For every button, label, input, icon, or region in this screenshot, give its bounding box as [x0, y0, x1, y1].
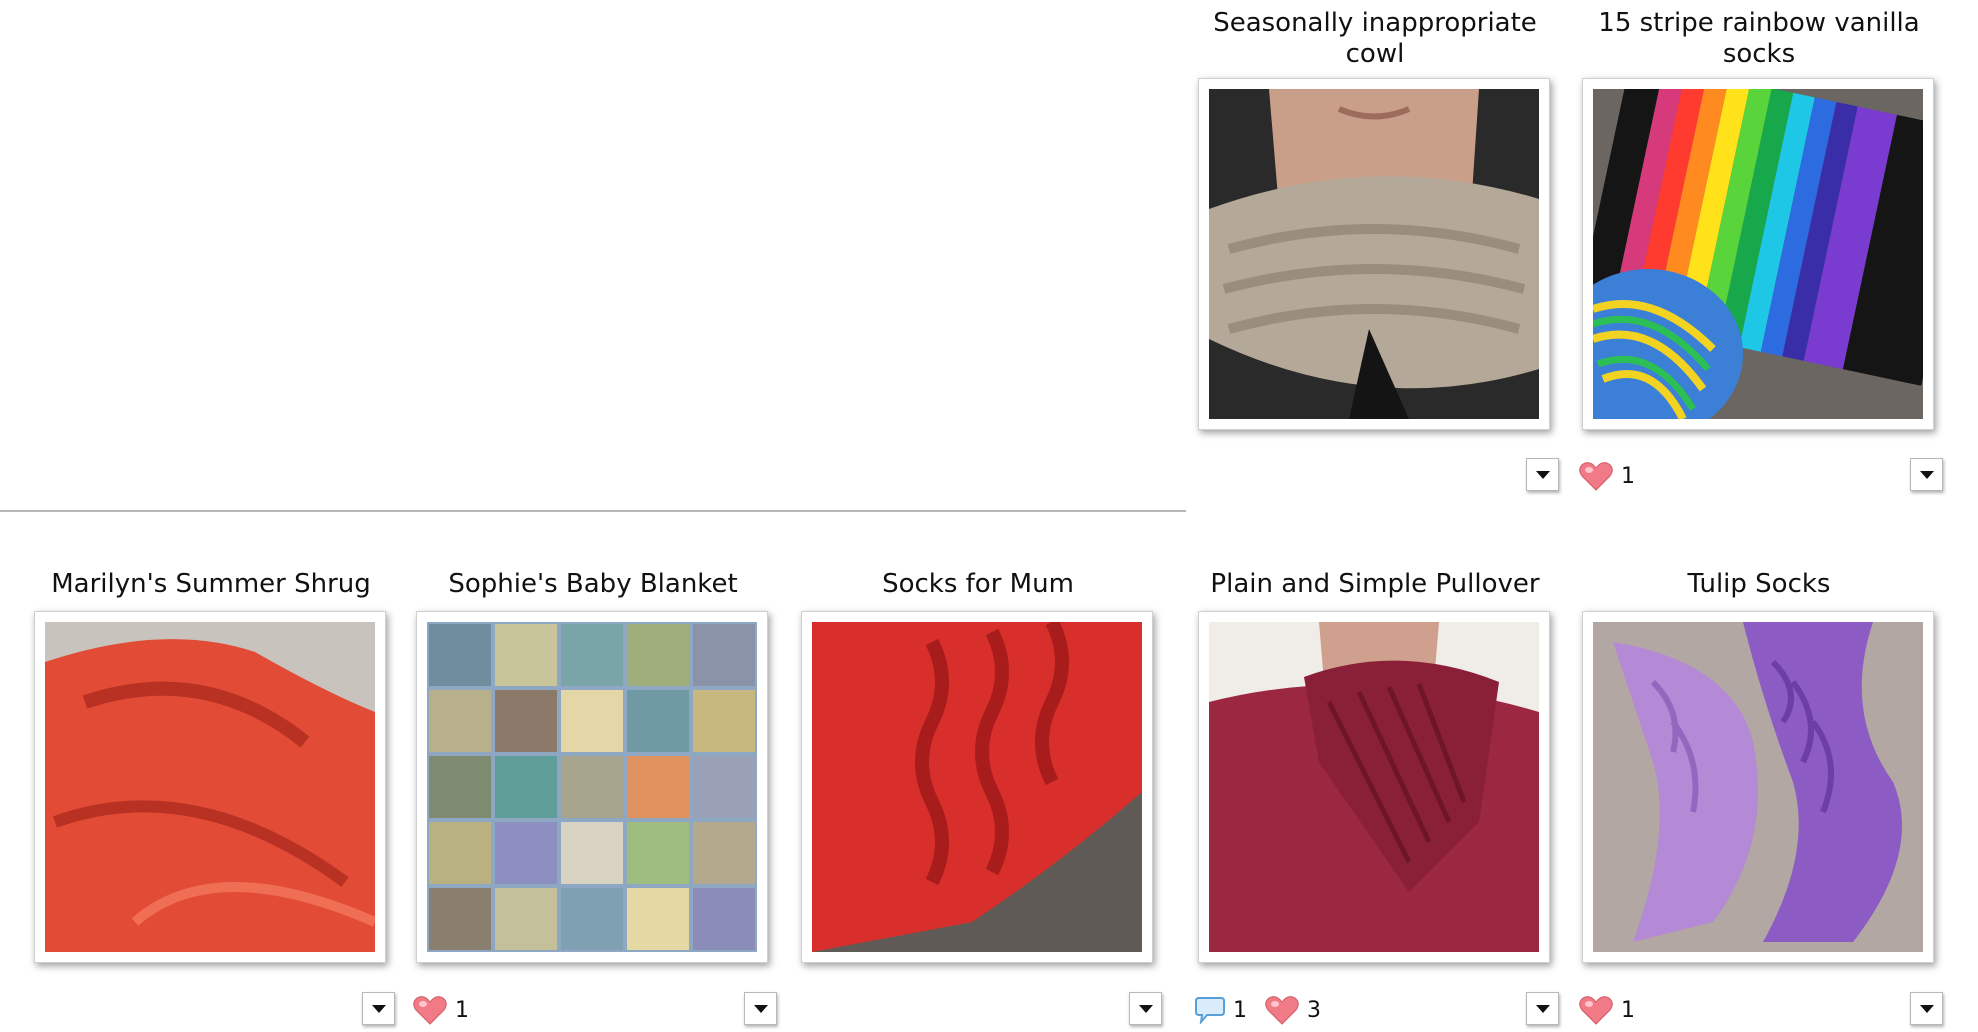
project-meta: 1: [1571, 458, 1947, 494]
hearts-stat[interactable]: 1: [413, 992, 469, 1028]
dropdown-arrow-icon: [1535, 470, 1550, 479]
dropdown-arrow-icon: [1535, 1004, 1550, 1013]
project-title[interactable]: 15 stripe rainbow vanilla socks: [1571, 8, 1947, 70]
project-meta: 1: [1571, 992, 1947, 1028]
project-menu-button[interactable]: [1526, 992, 1559, 1025]
dropdown-arrow-icon: [1919, 470, 1934, 479]
comments-stat[interactable]: 1: [1195, 992, 1247, 1028]
project-title[interactable]: Tulip Socks: [1571, 569, 1947, 600]
project-menu-button[interactable]: [362, 992, 395, 1025]
hearts-stat[interactable]: 1: [1579, 992, 1635, 1028]
dropdown-arrow-icon: [753, 1004, 768, 1013]
project-thumbnail[interactable]: [1198, 78, 1550, 430]
project-photo: [1209, 622, 1539, 952]
project-meta: [23, 992, 399, 1028]
project-thumbnail[interactable]: [1198, 611, 1550, 963]
project-menu-button[interactable]: [1910, 992, 1943, 1025]
project-title[interactable]: Marilyn's Summer Shrug: [23, 569, 399, 600]
project-meta: [790, 992, 1166, 1028]
project-photo: [1209, 89, 1539, 419]
project-menu-button[interactable]: [1526, 458, 1559, 491]
hearts-count: 1: [1621, 997, 1635, 1023]
hearts-count: 3: [1307, 997, 1321, 1023]
row-divider: [0, 510, 1186, 512]
hearts-count: 1: [1621, 463, 1635, 489]
project-photo: [45, 622, 375, 952]
project-menu-button[interactable]: [1910, 458, 1943, 491]
project-menu-button[interactable]: [1129, 992, 1162, 1025]
comments-count: 1: [1233, 997, 1247, 1023]
project-title[interactable]: Plain and Simple Pullover: [1187, 569, 1563, 600]
dropdown-arrow-icon: [1138, 1004, 1153, 1013]
project-title[interactable]: Socks for Mum: [790, 569, 1166, 600]
project-photo: [1593, 622, 1923, 952]
dropdown-arrow-icon: [1919, 1004, 1934, 1013]
project-title[interactable]: Sophie's Baby Blanket: [405, 569, 781, 600]
heart-icon: [1579, 461, 1613, 491]
project-title[interactable]: Seasonally inappropriate cowl: [1187, 8, 1563, 70]
project-meta: 1 3: [1187, 992, 1563, 1028]
hearts-stat[interactable]: 1: [1579, 458, 1635, 494]
heart-icon: [1265, 995, 1299, 1025]
comment-bubble-icon: [1195, 996, 1225, 1024]
heart-icon: [1579, 995, 1613, 1025]
project-meta: [1187, 458, 1563, 494]
hearts-count: 1: [455, 997, 469, 1023]
project-photo: [427, 622, 757, 952]
project-thumbnail[interactable]: [801, 611, 1153, 963]
dropdown-arrow-icon: [371, 1004, 386, 1013]
project-menu-button[interactable]: [744, 992, 777, 1025]
heart-icon: [413, 995, 447, 1025]
project-thumbnail[interactable]: [34, 611, 386, 963]
project-meta: 1: [405, 992, 781, 1028]
project-thumbnail[interactable]: [416, 611, 768, 963]
project-photo: [1593, 89, 1923, 419]
hearts-stat[interactable]: 3: [1265, 992, 1321, 1028]
project-thumbnail[interactable]: [1582, 78, 1934, 430]
project-thumbnail[interactable]: [1582, 611, 1934, 963]
project-photo: [812, 622, 1142, 952]
